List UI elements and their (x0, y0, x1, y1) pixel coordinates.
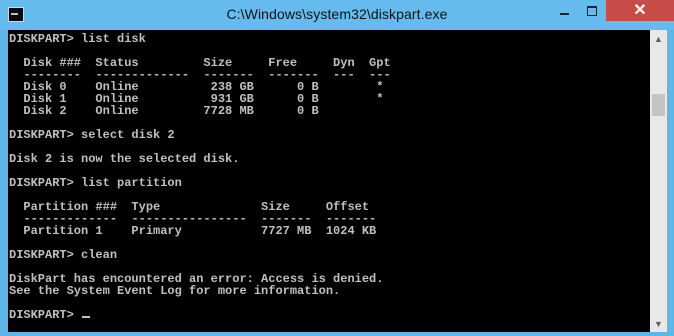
vertical-scrollbar[interactable]: ▲ ▼ (650, 30, 667, 332)
window-frame-bottom (0, 332, 674, 336)
chevron-up-icon: ▲ (654, 33, 663, 44)
console-output[interactable]: DISKPART> list disk Disk ### Status Size… (8, 30, 650, 332)
title-bar[interactable]: C:\Windows\system32\diskpart.exe ✕ (0, 0, 674, 30)
console-line: Disk 2 is now the selected disk. (9, 152, 240, 166)
maximize-button[interactable] (578, 0, 605, 21)
minimize-button[interactable] (550, 0, 578, 21)
scroll-thumb[interactable] (652, 94, 665, 116)
chevron-down-icon: ▼ (654, 318, 663, 329)
minimize-icon (559, 12, 569, 15)
maximize-icon (586, 5, 597, 16)
console-line: Disk 2 Online 7728 MB 0 B (9, 104, 319, 118)
console-line: DISKPART> (9, 309, 391, 321)
console-line: DISKPART> list disk (9, 32, 146, 46)
text-cursor (82, 316, 91, 318)
scroll-up-button[interactable]: ▲ (650, 30, 667, 47)
close-button[interactable]: ✕ (606, 0, 674, 21)
console-line: DISKPART> clean (9, 248, 118, 262)
console-text: DISKPART> list disk Disk ### Status Size… (9, 33, 391, 321)
console-line: Partition 1 Primary 7727 MB 1024 KB (9, 224, 377, 238)
console-line: See the System Event Log for more inform… (9, 284, 341, 298)
close-icon: ✕ (633, 1, 647, 19)
scroll-down-button[interactable]: ▼ (650, 315, 667, 332)
console-line: DISKPART> select disk 2 (9, 128, 175, 142)
console-line: DISKPART> list partition (9, 176, 182, 190)
